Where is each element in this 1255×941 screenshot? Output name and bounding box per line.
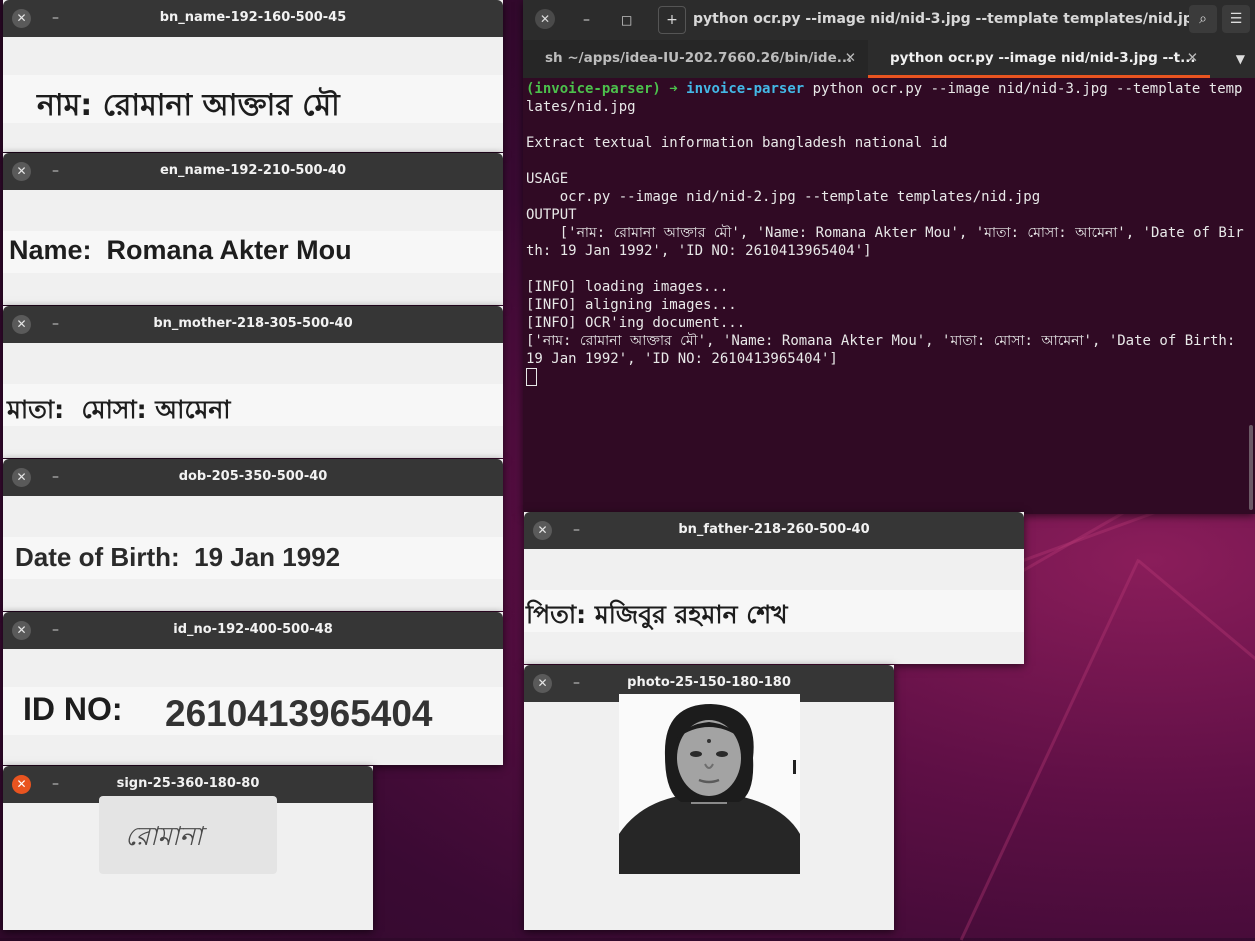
window-title: dob-205-350-500-40 xyxy=(178,469,328,484)
terminal-line: ['নাম: রোমানা আক্তার মৌ', 'Name: Romana … xyxy=(526,225,1244,259)
window-title: en_name-192-210-500-40 xyxy=(159,163,347,178)
window-title: id_no-192-400-500-48 xyxy=(173,622,333,637)
window-bn-father: ✕ – bn_father-218-260-500-40 পিতা: মজিবু… xyxy=(524,512,1024,664)
prompt-dir: invoice-parser xyxy=(686,81,805,97)
terminal-headerbar[interactable]: ✕ – □ + python ocr.py --image nid/nid-3.… xyxy=(523,0,1255,78)
window-bn-name: ✕ – bn_name-192-160-500-45 নাম: রোমানা আ… xyxy=(3,0,503,152)
titlebar[interactable]: ✕ – bn_mother-218-305-500-40 xyxy=(3,306,503,343)
window-title: bn_father-218-260-500-40 xyxy=(678,522,870,537)
window-title: photo-25-150-180-180 xyxy=(627,675,791,690)
tab-close-icon[interactable]: ✕ xyxy=(845,40,856,76)
titlebar[interactable]: ✕ – en_name-192-210-500-40 xyxy=(3,153,503,190)
new-tab-icon[interactable]: + xyxy=(658,6,686,34)
titlebar[interactable]: ✕ – dob-205-350-500-40 xyxy=(3,459,503,496)
id-value: 2610413965404 xyxy=(165,693,433,734)
terminal-line: OUTPUT xyxy=(526,207,577,223)
crop-text: পিতা: মজিবুর রহমান শেখ xyxy=(526,600,788,629)
tab-python-ocr[interactable]: python ocr.py --image nid/nid-3.jpg --t.… xyxy=(868,40,1210,78)
crop-image: মাতা: মোসা: আমেনা xyxy=(3,384,503,426)
maximize-icon[interactable]: □ xyxy=(621,9,632,31)
window-sign: ✕ – sign-25-360-180-80 রোমানা xyxy=(3,766,373,930)
window-photo: ✕ – photo-25-150-180-180 xyxy=(524,665,894,930)
terminal-output[interactable]: (invoice-parser) ➜ invoice-parser python… xyxy=(526,80,1249,388)
crop-text: Name: Romana Akter Mou xyxy=(9,235,352,265)
window-title: bn_mother-218-305-500-40 xyxy=(153,316,353,331)
prompt-env: (invoice-parser) xyxy=(526,81,661,97)
terminal-cursor xyxy=(526,368,537,386)
crop-image: Name: Romana Akter Mou xyxy=(3,231,503,273)
minimize-icon[interactable]: – xyxy=(583,9,590,31)
crop-image: Date of Birth: 19 Jan 1992 xyxy=(3,537,503,579)
tab-overflow-chevron-icon[interactable]: ▼ xyxy=(1236,40,1245,78)
window-bn-mother: ✕ – bn_mother-218-305-500-40 মাতা: মোসা:… xyxy=(3,306,503,458)
terminal-line: [INFO] OCR'ing document... xyxy=(526,315,746,331)
tab-label: sh ~/apps/idea-IU-202.7660.26/bin/ide... xyxy=(545,50,853,66)
signature-image: রোমানা xyxy=(99,796,277,874)
terminal-window: ✕ – □ + python ocr.py --image nid/nid-3.… xyxy=(523,0,1255,514)
window-title: sign-25-360-180-80 xyxy=(116,776,260,791)
tab-sh[interactable]: sh ~/apps/idea-IU-202.7660.26/bin/ide...… xyxy=(523,40,868,78)
terminal-line: [INFO] aligning images... xyxy=(526,297,737,313)
crop-text: Date of Birth: 19 Jan 1992 xyxy=(15,542,341,572)
terminal-line: [INFO] loading images... xyxy=(526,279,729,295)
hamburger-menu-icon[interactable]: ☰ xyxy=(1222,5,1250,33)
titlebar[interactable]: ✕ – id_no-192-400-500-48 xyxy=(3,612,503,649)
crop-text: নাম: রোমানা আক্তার মৌ xyxy=(37,88,340,123)
search-icon[interactable]: ⌕ xyxy=(1189,5,1217,33)
id-label: ID NO: xyxy=(23,691,123,727)
signature-text: রোমানা xyxy=(125,822,203,852)
close-icon[interactable]: ✕ xyxy=(535,9,555,29)
output-lines: Extract textual information bangladesh n… xyxy=(526,116,1249,368)
titlebar[interactable]: ✕ – bn_father-218-260-500-40 xyxy=(524,512,1024,549)
crop-image: নাম: রোমানা আক্তার মৌ xyxy=(3,75,503,123)
terminal-line: ['নাম: রোমানা আক্তার মৌ', 'Name: Romana … xyxy=(526,333,1244,367)
terminal-line: USAGE xyxy=(526,171,569,187)
crop-image: পিতা: মজিবুর রহমান শেখ xyxy=(524,590,1024,632)
titlebar[interactable]: ✕ – bn_name-192-160-500-45 xyxy=(3,0,503,37)
tab-label: python ocr.py --image nid/nid-3.jpg --t.… xyxy=(890,50,1196,66)
prompt-arrow-icon: ➜ xyxy=(669,81,678,97)
window-title: bn_name-192-160-500-45 xyxy=(159,10,347,25)
window-id-no: ✕ – id_no-192-400-500-48 ID NO: 26104139… xyxy=(3,612,503,765)
window-dob: ✕ – dob-205-350-500-40 Date of Birth: 19… xyxy=(3,459,503,611)
crop-text: মাতা: মোসা: আমেনা xyxy=(7,395,231,424)
desktop-wallpaper-line xyxy=(1138,560,1255,691)
terminal-line: ocr.py --image nid/nid-2.jpg --template … xyxy=(526,189,1041,205)
terminal-title: python ocr.py --image nid/nid-3.jpg --te… xyxy=(693,11,1203,27)
tab-close-icon[interactable]: ✕ xyxy=(1187,40,1198,75)
window-en-name: ✕ – en_name-192-210-500-40 Name: Romana … xyxy=(3,153,503,305)
portrait-photo xyxy=(619,694,800,874)
terminal-line: Extract textual information bangladesh n… xyxy=(526,135,948,151)
crop-image: ID NO: 2610413965404 xyxy=(3,687,503,735)
terminal-scrollbar[interactable] xyxy=(1249,425,1253,510)
